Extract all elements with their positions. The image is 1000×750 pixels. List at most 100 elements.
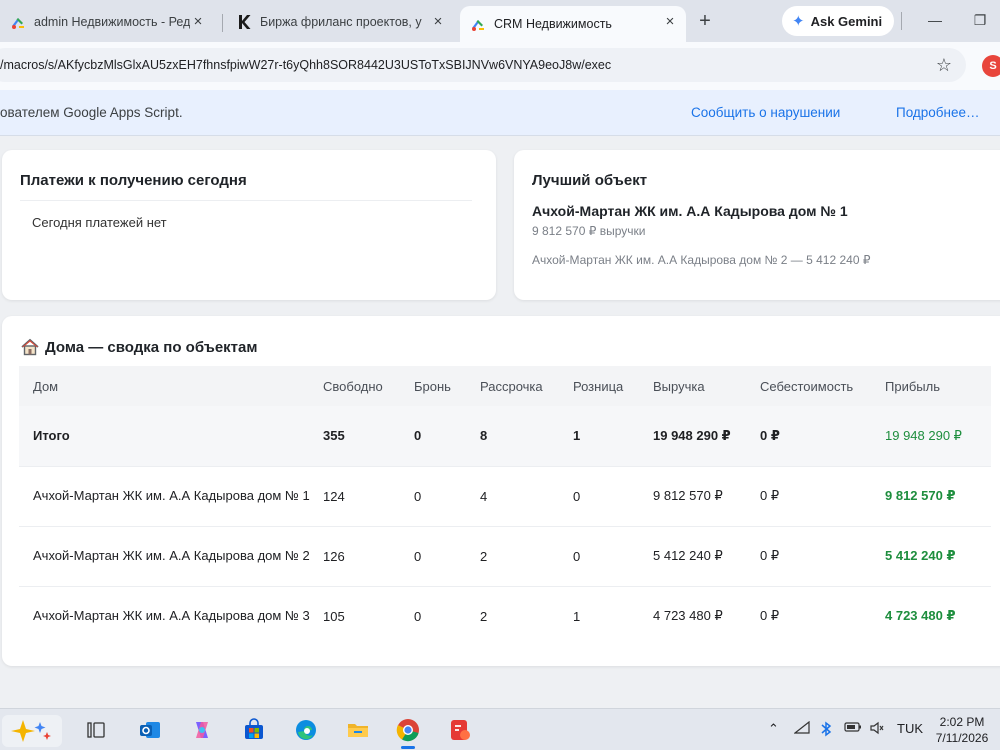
outlook-icon[interactable] <box>136 716 164 744</box>
crm-page: Платежи к получению сегодня Сегодня плат… <box>0 136 1000 708</box>
browser-tab-strip: admin Недвижимость - Ред × Биржа фриланс… <box>0 0 1000 42</box>
apps-script-banner: ователем Google Apps Script. Сообщить о … <box>0 90 1000 136</box>
cell-profit: 4 723 480 ₽ <box>885 608 956 624</box>
col-header-house[interactable]: Дом <box>19 366 323 406</box>
col-header-free[interactable]: Свободно <box>323 366 414 406</box>
restore-icon[interactable]: ❐ <box>970 10 990 30</box>
url-text: /macros/s/AKfycbzMlsGlxAU5zxEH7fhnsfpiwW… <box>0 58 612 72</box>
summary-title-text: Дома — сводка по объектам <box>45 338 258 356</box>
table-row-total: Итого 355 0 8 1 19 948 290 ₽ 0 ₽ 19 948 … <box>19 406 991 466</box>
copilot-icon[interactable] <box>188 716 216 744</box>
cell-installment: 8 <box>480 428 488 444</box>
cell-free: 105 <box>323 608 345 624</box>
cell-profit: 19 948 290 ₽ <box>885 427 962 443</box>
tray-chevron-up-icon[interactable]: ⌃ <box>768 721 779 737</box>
tab-freelance-exchange[interactable]: Биржа фриланс проектов, у × <box>226 6 454 38</box>
file-explorer-icon[interactable] <box>344 716 372 744</box>
table-row[interactable]: Ачхой-Мартан ЖК им. А.А Кадырова дом № 2… <box>19 526 991 586</box>
sparkle-icon <box>11 720 51 742</box>
new-tab-button[interactable]: + <box>693 9 717 33</box>
ask-gemini-button[interactable]: ✦ Ask Gemini <box>782 6 895 36</box>
best-object-revenue: 9 812 570 ₽ выручки <box>532 224 646 238</box>
battery-icon[interactable] <box>844 721 862 736</box>
tab-title: CRM Недвижимость <box>494 17 612 31</box>
clock-time: 2:02 PM <box>939 715 985 729</box>
apps-script-icon <box>12 18 24 29</box>
system-clock[interactable]: 2:02 PM 7/11/2026 <box>930 714 994 746</box>
task-view-icon[interactable] <box>82 716 110 744</box>
active-app-indicator <box>401 746 415 749</box>
banner-message: ователем Google Apps Script. <box>0 105 183 120</box>
kwork-k-icon <box>239 15 251 29</box>
cell-profit: 9 812 570 ₽ <box>885 488 956 503</box>
cell-free: 126 <box>323 548 345 564</box>
microsoft-store-icon[interactable] <box>240 716 268 744</box>
input-language-indicator[interactable]: TUK <box>897 721 923 736</box>
card-divider <box>20 200 472 201</box>
cell-installment: 4 <box>480 488 488 504</box>
col-header-profit[interactable]: Прибыль <box>885 366 991 406</box>
gemini-sparkle-icon: ✦ <box>792 13 805 30</box>
cell-revenue: 9 812 570 ₽ <box>653 488 723 503</box>
tab-separator <box>222 14 223 32</box>
cell-reserved: 0 <box>414 548 422 564</box>
learn-more-link[interactable]: Подробнее… <box>896 105 980 120</box>
windows-taskbar: ⌃ TUK 2:02 PM 7/11/2026 <box>0 708 1000 750</box>
tab-close-icon[interactable]: × <box>662 14 678 30</box>
payments-title: Платежи к получению сегодня <box>20 172 247 189</box>
tab-title: admin Недвижимость - Ред <box>34 15 191 29</box>
cell-cost: 0 ₽ <box>760 548 780 563</box>
cell-house: Ачхой-Мартан ЖК им. А.А Кадырова дом № 3 <box>33 608 310 624</box>
browser-toolbar: /macros/s/AKfycbzMlsGlxAU5zxEH7fhnsfpiwW… <box>0 42 1000 90</box>
houses-summary-card: Дома — сводка по объектам Дом Свободно Б… <box>2 316 1000 666</box>
address-bar[interactable]: /macros/s/AKfycbzMlsGlxAU5zxEH7fhnsfpiwW… <box>0 48 966 82</box>
cell-house: Ачхой-Мартан ЖК им. А.А Кадырова дом № 1 <box>33 488 310 503</box>
copilot-sparkle-button[interactable] <box>2 715 62 747</box>
cell-cost: 0 ₽ <box>760 488 780 503</box>
payments-today-card: Платежи к получению сегодня Сегодня плат… <box>2 150 496 300</box>
table-header-row: Дом Свободно Бронь Рассрочка Розница Выр… <box>19 366 991 406</box>
chrome-icon[interactable] <box>394 716 422 744</box>
col-header-cost[interactable]: Себестоимость <box>760 366 885 406</box>
cell-revenue: 5 412 240 ₽ <box>653 548 723 563</box>
ask-gemini-label: Ask Gemini <box>810 13 883 29</box>
cell-revenue: 19 948 290 ₽ <box>653 427 731 443</box>
best-object-title: Лучший объект <box>532 172 648 189</box>
cell-house: Итого <box>33 427 70 443</box>
col-header-retail[interactable]: Розница <box>573 366 653 406</box>
cell-installment: 2 <box>480 608 488 624</box>
minimize-icon[interactable]: — <box>925 10 945 30</box>
tab-close-icon[interactable]: × <box>190 14 206 30</box>
tab-crm-realty[interactable]: CRM Недвижимость × <box>460 6 686 42</box>
cell-reserved: 0 <box>414 428 422 444</box>
cell-reserved: 0 <box>414 488 422 504</box>
col-header-reserved[interactable]: Бронь <box>414 366 480 406</box>
tab-close-icon[interactable]: × <box>430 14 446 30</box>
table-row[interactable]: Ачхой-Мартан ЖК им. А.А Кадырова дом № 3… <box>19 586 991 646</box>
bookmark-star-icon[interactable]: ☆ <box>936 55 952 75</box>
report-abuse-link[interactable]: Сообщить о нарушении <box>691 105 840 120</box>
payments-empty-text: Сегодня платежей нет <box>32 215 167 230</box>
col-header-revenue[interactable]: Выручка <box>653 366 760 406</box>
clock-date: 7/11/2026 <box>935 731 989 745</box>
house-icon <box>21 338 39 356</box>
table-row[interactable]: Ачхой-Мартан ЖК им. А.А Кадырова дом № 1… <box>19 466 991 526</box>
edge-icon[interactable] <box>292 716 320 744</box>
cell-free: 124 <box>323 488 345 504</box>
pdf-reader-icon[interactable] <box>446 716 474 744</box>
tab-title: Биржа фриланс проектов, у <box>260 15 422 29</box>
window-separator <box>901 12 902 30</box>
best-object-card: Лучший объект Ачхой-Мартан ЖК им. А.А Ка… <box>514 150 1000 300</box>
col-header-installment[interactable]: Рассрочка <box>480 366 573 406</box>
profile-avatar[interactable]: S <box>982 55 1000 77</box>
apps-script-icon <box>472 20 484 31</box>
volume-icon[interactable] <box>869 721 885 738</box>
cell-retail: 0 <box>573 488 581 504</box>
cell-cost: 0 ₽ <box>760 427 780 443</box>
cell-free: 355 <box>323 428 345 444</box>
cell-reserved: 0 <box>414 608 422 624</box>
best-object-name: Ачхой-Мартан ЖК им. А.А Кадырова дом № 1 <box>532 203 848 219</box>
network-icon[interactable] <box>793 720 810 738</box>
tab-admin-realty[interactable]: admin Недвижимость - Ред × <box>0 6 214 38</box>
bluetooth-icon[interactable] <box>820 721 832 740</box>
